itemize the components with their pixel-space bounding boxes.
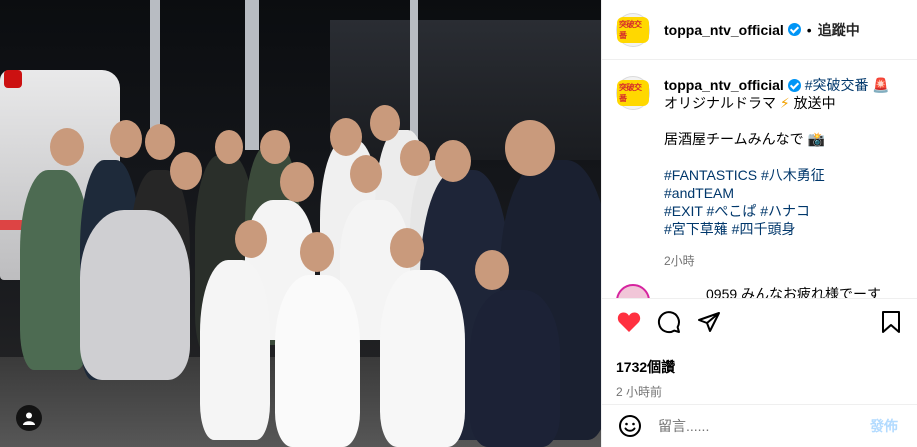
post-side-panel: 突破交番 toppa_ntv_official • 追蹤中 突破交番 toppa… [601, 0, 917, 447]
caption-text: 放送中 [793, 95, 836, 111]
caption-text: オリジナルドラマ [664, 95, 776, 111]
caption-timestamp[interactable]: 2小時 [664, 252, 894, 270]
user-tag-icon[interactable] [16, 405, 42, 431]
hashtag-link[interactable]: #宮下草薙 #四千頭身 [664, 220, 894, 238]
hashtag-link[interactable]: #EXIT #ぺこぱ #ハナコ [664, 202, 894, 220]
commenter-avatar[interactable] [616, 284, 650, 298]
verified-badge-icon [787, 79, 801, 92]
lightning-emoji-icon: ⚡ [779, 95, 790, 111]
action-bar: 1732個讚 2 小時前 [602, 298, 917, 400]
caption-area: 突破交番 toppa_ntv_official #突破交番 🚨 オリジナルドラマ… [602, 60, 917, 292]
caption-username[interactable]: toppa_ntv_official [664, 77, 784, 93]
post-comment-button[interactable]: 發佈 [870, 416, 898, 436]
group-of-people [20, 100, 601, 447]
separator-dot: • [806, 21, 812, 38]
account-logo: 突破交番 [617, 16, 649, 43]
caption-text: 居酒屋チームみんなで [664, 131, 804, 147]
bookmark-icon[interactable] [878, 309, 904, 335]
comment-composer: 發佈 [602, 404, 917, 447]
comment-icon[interactable] [656, 309, 682, 335]
comment-item: 0959 みんなお疲れ様でーす [616, 284, 916, 298]
hashtag-link[interactable]: #andTEAM [664, 184, 894, 202]
heart-icon[interactable] [616, 309, 642, 335]
account-avatar[interactable]: 突破交番 [616, 12, 650, 47]
hashtag-link[interactable]: #突破交番 [805, 77, 869, 93]
like-count[interactable]: 1732個讚 [616, 357, 904, 377]
account-logo: 突破交番 [617, 80, 649, 106]
caption-body: toppa_ntv_official #突破交番 🚨 オリジナルドラマ ⚡ 放送… [664, 76, 894, 270]
comment-input[interactable] [658, 418, 858, 434]
share-icon[interactable] [696, 309, 722, 335]
post-header: 突破交番 toppa_ntv_official • 追蹤中 [602, 0, 917, 60]
verified-badge-icon [787, 23, 801, 36]
caption-avatar[interactable]: 突破交番 [616, 76, 650, 110]
account-username[interactable]: toppa_ntv_official [664, 22, 784, 38]
post-timestamp: 2 小時前 [616, 385, 663, 399]
camera-emoji-icon: 📸 [807, 131, 825, 147]
following-button[interactable]: 追蹤中 [818, 20, 860, 40]
hashtag-link[interactable]: #FANTASTICS #八木勇征 [664, 166, 894, 184]
smiley-icon[interactable] [618, 414, 642, 438]
comment-text: 0959 みんなお疲れ様でーす [664, 286, 882, 298]
post-photo[interactable] [0, 0, 601, 447]
siren-emoji-icon: 🚨 [872, 77, 890, 93]
